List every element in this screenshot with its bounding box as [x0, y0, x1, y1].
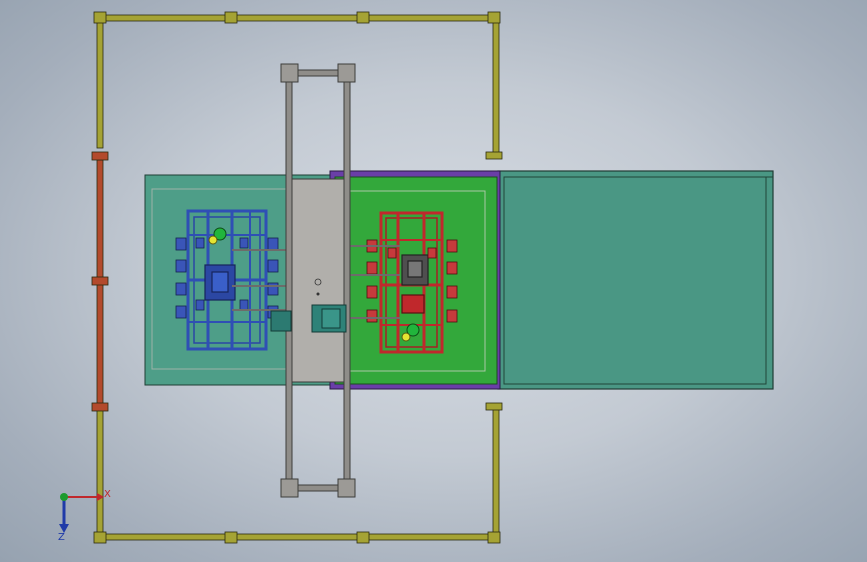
- x-axis-arrowhead: [97, 493, 104, 501]
- triad-x-label: X: [104, 489, 111, 500]
- view-triad: [59, 493, 104, 533]
- y-axis-dot: [60, 493, 68, 501]
- graphics-area[interactable]: X Z: [0, 0, 867, 562]
- triad-z-label: Z: [58, 532, 65, 543]
